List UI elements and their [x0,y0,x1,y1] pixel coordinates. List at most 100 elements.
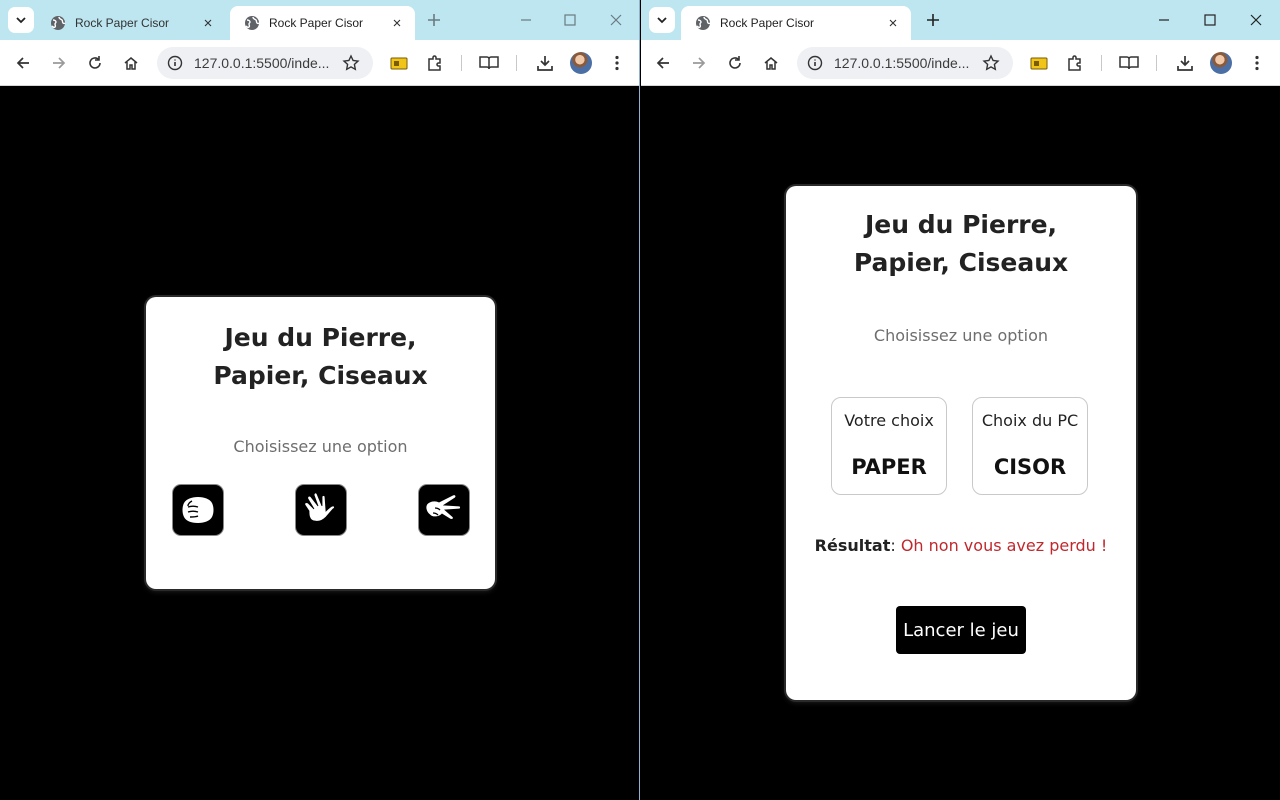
close-icon [610,14,622,26]
plus-icon [927,14,939,26]
game-title: Jeu du Pierre, Papier, Ciseaux [853,210,1069,277]
close-window-button[interactable] [604,8,628,32]
address-bar[interactable]: 127.0.0.1:5500/inde... [157,47,373,79]
browser-toolbar: 127.0.0.1:5500/inde... [641,40,1280,86]
toolbar-separator [461,55,462,71]
tab-rock-paper-cisor-2[interactable]: Rock Paper Cisor [230,6,415,40]
game-card: Jeu du Pierre, Papier, Ciseaux Choisisse… [786,186,1136,700]
maximize-icon [1204,14,1216,26]
puzzle-icon [428,55,441,71]
more-vertical-icon [1255,55,1259,71]
reading-list-icon [1119,56,1139,70]
reload-button[interactable] [83,51,107,75]
maximize-icon [564,14,576,26]
download-icon [537,56,553,71]
folder-extension-icon [1030,57,1048,70]
minimize-icon [521,19,531,21]
toolbar-separator [516,55,517,71]
reading-list-button[interactable] [477,51,501,75]
arrow-right-icon [53,57,66,69]
chevron-down-icon [16,17,26,24]
reading-list-icon [479,56,499,70]
reload-button[interactable] [723,51,747,75]
more-vertical-icon [615,55,619,71]
extension-folder-button[interactable] [387,51,411,75]
new-tab-button[interactable] [424,10,444,30]
result-line: Résultat: Oh non vous avez perdu ! [814,536,1108,555]
tab-close-button[interactable] [885,15,901,31]
paper-hand-icon [304,492,335,522]
back-button[interactable] [651,51,675,75]
result-label: Résultat [814,536,891,555]
result-value: Oh non vous avez perdu ! [900,536,1108,555]
home-button[interactable] [119,51,143,75]
maximize-button[interactable] [558,8,582,32]
reading-list-button[interactable] [1117,51,1141,75]
home-button[interactable] [759,51,783,75]
launch-game-button[interactable]: Lancer le jeu [896,606,1026,654]
globe-icon [244,15,260,31]
game-title: Jeu du Pierre, Papier, Ciseaux [213,323,428,390]
toolbar-separator [1156,55,1157,71]
tab-close-button[interactable] [200,15,216,31]
close-icon [391,17,403,29]
scissors-hand-icon [425,494,461,520]
home-icon [764,57,778,70]
pc-choice-value: CISOR [993,455,1067,479]
reload-icon [729,56,741,69]
downloads-button[interactable] [1173,51,1197,75]
tab-close-button[interactable] [389,15,405,31]
close-icon [887,17,899,29]
pc-choice-box: Choix du PC CISOR [972,397,1088,495]
forward-button[interactable] [687,51,711,75]
choose-option-text: Choisissez une option [233,437,408,456]
browser-toolbar: 127.0.0.1:5500/inde... [0,40,639,86]
arrow-left-icon [656,57,669,69]
tab-search-button[interactable] [649,7,675,33]
reload-icon [89,56,101,69]
maximize-button[interactable] [1198,8,1222,32]
bookmark-star-icon[interactable] [979,51,1003,75]
url-text: 127.0.0.1:5500/inde... [194,55,330,71]
forward-button[interactable] [47,51,71,75]
downloads-button[interactable] [533,51,557,75]
minimize-button[interactable] [514,8,538,32]
site-info-icon[interactable] [163,51,187,75]
extension-folder-button[interactable] [1027,51,1051,75]
profile-avatar[interactable] [1210,52,1232,74]
menu-button[interactable] [605,51,629,75]
rock-choice-button[interactable] [173,485,223,535]
bookmark-star-icon[interactable] [339,51,363,75]
browser-window-right: Rock Paper Cisor 127.0.0.1:5500/inde... … [641,0,1280,800]
chevron-down-icon [657,17,667,24]
globe-icon [695,15,711,31]
browser-window-left: Rock Paper Cisor Rock Paper Cisor 127.0.… [0,0,640,800]
menu-button[interactable] [1245,51,1269,75]
page-viewport: Jeu du Pierre, Papier, Ciseaux Choisisse… [0,87,639,800]
back-button[interactable] [11,51,35,75]
globe-icon [50,15,66,31]
choose-option-text: Choisissez une option [873,326,1049,345]
close-icon [1250,14,1262,26]
tab-bar: Rock Paper Cisor Rock Paper Cisor [0,0,639,40]
scissors-choice-button[interactable] [419,485,469,535]
pc-choice-label: Choix du PC [981,411,1079,430]
minimize-icon [1159,19,1169,21]
arrow-right-icon [693,57,706,69]
site-info-icon[interactable] [803,51,827,75]
profile-avatar[interactable] [570,52,592,74]
close-icon [202,17,214,29]
tab-rock-paper-cisor[interactable]: Rock Paper Cisor [681,6,911,40]
close-window-button[interactable] [1244,8,1268,32]
extensions-button[interactable] [1063,51,1087,75]
rock-hand-icon [182,497,214,523]
address-bar[interactable]: 127.0.0.1:5500/inde... [797,47,1013,79]
paper-choice-button[interactable] [296,485,346,535]
puzzle-icon [1068,55,1081,71]
folder-extension-icon [390,57,408,70]
tab-rock-paper-cisor-1[interactable]: Rock Paper Cisor [36,6,226,40]
new-tab-button[interactable] [923,10,943,30]
tab-search-button[interactable] [8,7,34,33]
extensions-button[interactable] [423,51,447,75]
minimize-button[interactable] [1152,8,1176,32]
